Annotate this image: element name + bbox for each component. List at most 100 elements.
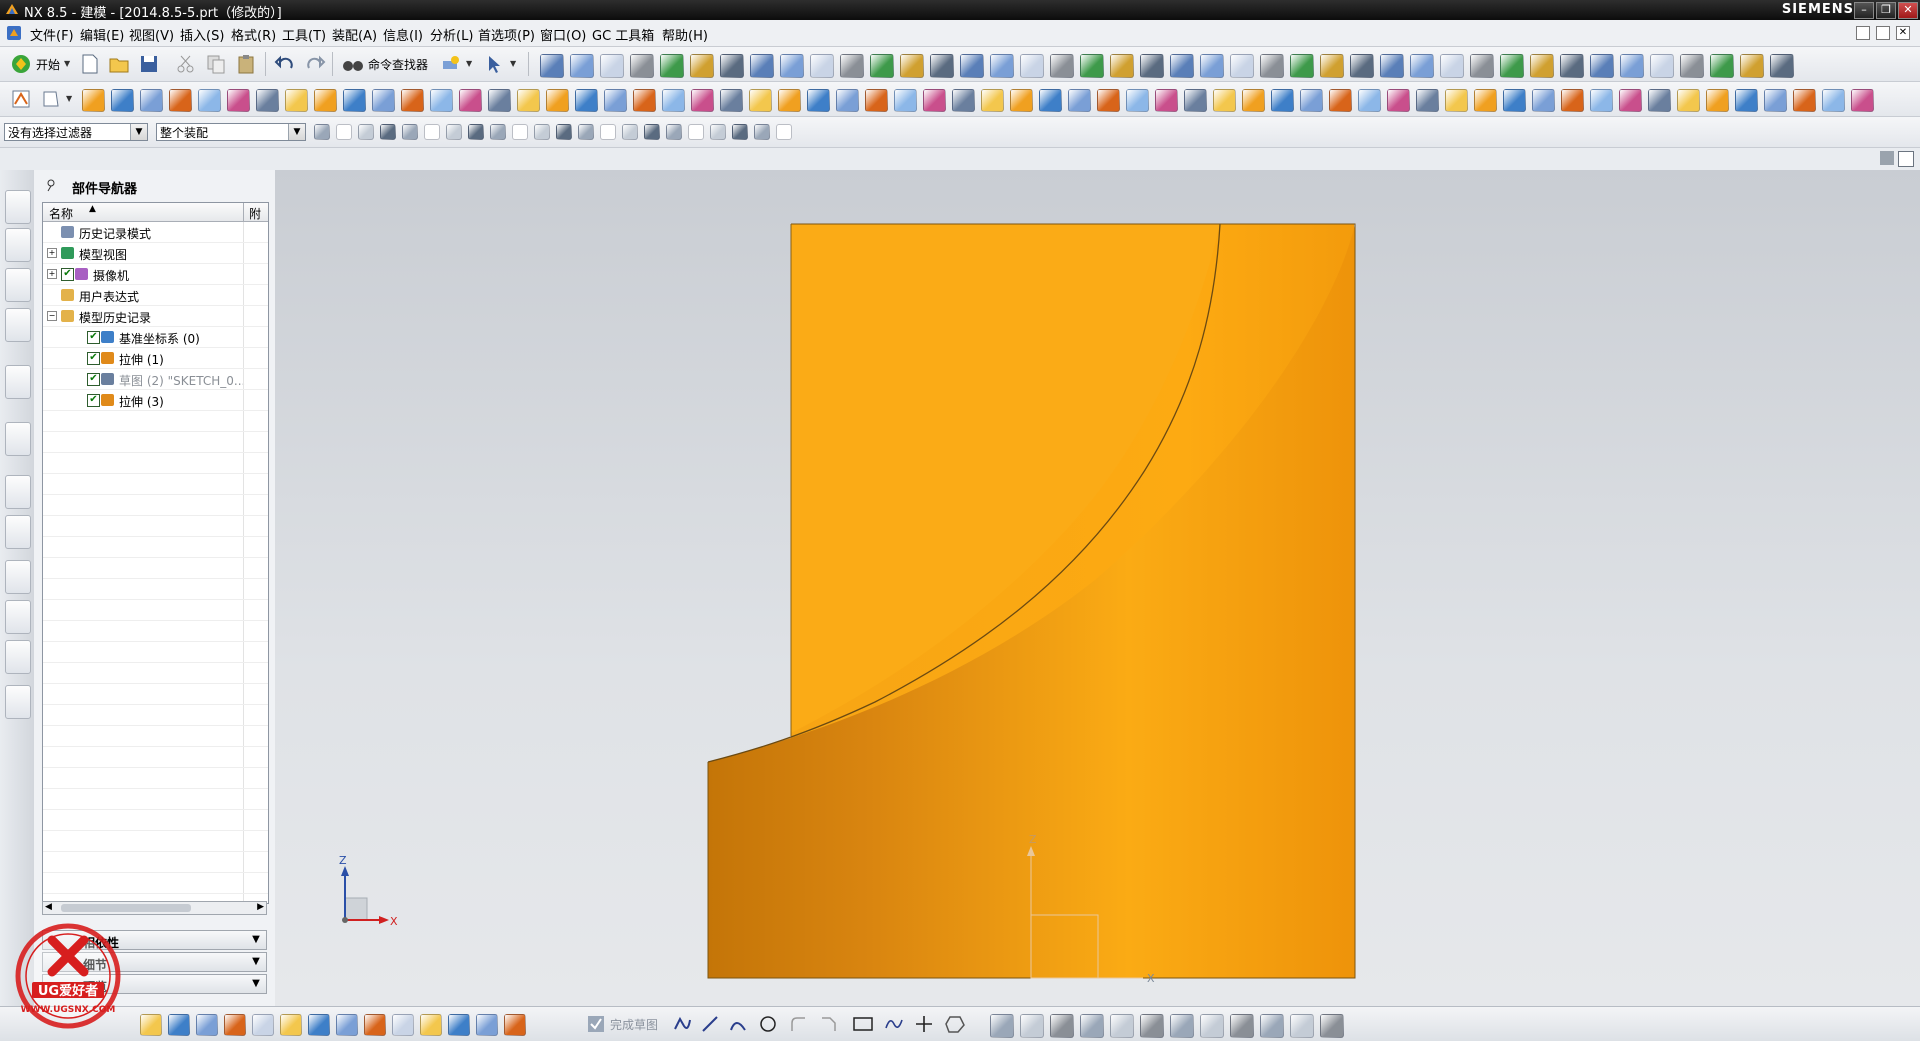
sketch-tool-6-icon[interactable]: [280, 1014, 302, 1036]
paste-icon[interactable]: [235, 53, 257, 75]
view-tool-11-icon[interactable]: [840, 54, 864, 78]
snap-tool-16-icon[interactable]: [644, 124, 660, 140]
feature-tool-36-icon[interactable]: [1097, 89, 1120, 112]
feature-tool-50-icon[interactable]: [1503, 89, 1526, 112]
view-tool-14-icon[interactable]: [930, 54, 954, 78]
part-navigator-icon[interactable]: [5, 268, 31, 302]
visibility-checkbox[interactable]: ✔: [87, 373, 100, 386]
view-tool-20-icon[interactable]: [1110, 54, 1134, 78]
feature-tool-53-icon[interactable]: [1590, 89, 1613, 112]
touch-mode-dropdown-icon[interactable]: ▼: [466, 59, 472, 68]
feature-tool-59-icon[interactable]: [1764, 89, 1787, 112]
feature-tool-15-icon[interactable]: [488, 89, 511, 112]
feature-tool-13-icon[interactable]: [430, 89, 453, 112]
snap-tool-11-icon[interactable]: [534, 124, 550, 140]
feature-tool-34-icon[interactable]: [1039, 89, 1062, 112]
selection-tool-dropdown-icon[interactable]: ▼: [510, 59, 516, 68]
constraint-tool-5-icon[interactable]: [1110, 1014, 1134, 1038]
constraint-tool-6-icon[interactable]: [1140, 1014, 1164, 1038]
feature-tool-18-icon[interactable]: [575, 89, 598, 112]
sketch-tool-7-icon[interactable]: [308, 1014, 330, 1036]
view-tool-27-icon[interactable]: [1320, 54, 1344, 78]
view-tool-15-icon[interactable]: [960, 54, 984, 78]
full-screen-icon[interactable]: [1880, 151, 1894, 165]
menu-edit[interactable]: 编辑(E): [80, 25, 124, 44]
polygon-icon[interactable]: [944, 1014, 966, 1034]
expand-icon[interactable]: +: [47, 248, 57, 258]
feature-tool-14-icon[interactable]: [459, 89, 482, 112]
constraint-tool-7-icon[interactable]: [1170, 1014, 1194, 1038]
expand-icon[interactable]: +: [47, 269, 57, 279]
tree-node[interactable]: ✔ 基准坐标系 (0): [43, 327, 268, 348]
view-tool-17-icon[interactable]: [1020, 54, 1044, 78]
visibility-checkbox[interactable]: ✔: [87, 394, 100, 407]
sketch-tool-14-icon[interactable]: [504, 1014, 526, 1036]
arc-icon[interactable]: [728, 1014, 748, 1034]
menu-tools[interactable]: 工具(T): [282, 25, 326, 44]
feature-tool-41-icon[interactable]: [1242, 89, 1265, 112]
sketch-tool-11-icon[interactable]: [420, 1014, 442, 1036]
process-studio-icon[interactable]: [5, 560, 31, 594]
feature-tool-25-icon[interactable]: [778, 89, 801, 112]
doc-restore-button[interactable]: [1876, 26, 1890, 40]
menu-view[interactable]: 视图(V): [129, 25, 174, 44]
view-tool-36-icon[interactable]: [1590, 54, 1614, 78]
hd3d-tools-icon[interactable]: [5, 365, 31, 399]
selection-tool-icon[interactable]: [484, 53, 506, 75]
constraint-tool-4-icon[interactable]: [1080, 1014, 1104, 1038]
feature-tool-1-icon[interactable]: [82, 89, 105, 112]
feature-tool-3-icon[interactable]: [140, 89, 163, 112]
feature-tool-38-icon[interactable]: [1155, 89, 1178, 112]
feature-tool-51-icon[interactable]: [1532, 89, 1555, 112]
scroll-thumb[interactable]: [61, 904, 191, 912]
tree-node[interactable]: 历史记录模式: [43, 222, 268, 243]
view-tool-13-icon[interactable]: [900, 54, 924, 78]
view-tool-32-icon[interactable]: [1470, 54, 1494, 78]
menu-file[interactable]: 文件(F): [30, 25, 74, 44]
view-tool-26-icon[interactable]: [1290, 54, 1314, 78]
tree-node[interactable]: ✔ 草图 (2) "SKETCH_0...: [43, 369, 268, 390]
snap-tool-10-icon[interactable]: [512, 124, 528, 140]
menu-insert[interactable]: 插入(S): [180, 25, 224, 44]
minimize-button[interactable]: –: [1854, 2, 1874, 19]
model-canvas[interactable]: Z X Z X: [275, 170, 1920, 1006]
sketch-tool-12-icon[interactable]: [448, 1014, 470, 1036]
view-tool-41-icon[interactable]: [1740, 54, 1764, 78]
point-icon[interactable]: [914, 1014, 934, 1034]
feature-tool-35-icon[interactable]: [1068, 89, 1091, 112]
snap-tool-21-icon[interactable]: [754, 124, 770, 140]
assembly-navigator-icon[interactable]: [5, 190, 31, 224]
graphics-window[interactable]: Z X Z X: [275, 170, 1920, 1006]
new-file-icon[interactable]: [80, 53, 100, 75]
feature-tool-61-icon[interactable]: [1822, 89, 1845, 112]
feature-tool-52-icon[interactable]: [1561, 89, 1584, 112]
feature-tool-21-icon[interactable]: [662, 89, 685, 112]
doc-minimize-button[interactable]: [1856, 26, 1870, 40]
view-tool-1-icon[interactable]: [540, 54, 564, 78]
feature-tool-31-icon[interactable]: [952, 89, 975, 112]
feature-tool-12-icon[interactable]: [401, 89, 424, 112]
sketch-tool-2-icon[interactable]: [168, 1014, 190, 1036]
feature-tool-2-icon[interactable]: [111, 89, 134, 112]
feature-tool-58-icon[interactable]: [1735, 89, 1758, 112]
feature-tool-47-icon[interactable]: [1416, 89, 1439, 112]
feature-tool-22-icon[interactable]: [691, 89, 714, 112]
sketch-tool-9-icon[interactable]: [364, 1014, 386, 1036]
visibility-checkbox[interactable]: ✔: [61, 268, 74, 281]
view-tool-29-icon[interactable]: [1380, 54, 1404, 78]
feature-tool-37-icon[interactable]: [1126, 89, 1149, 112]
snap-tool-19-icon[interactable]: [710, 124, 726, 140]
feature-tool-43-icon[interactable]: [1300, 89, 1323, 112]
sketch-tool-3-icon[interactable]: [196, 1014, 218, 1036]
chevron-down-icon[interactable]: ▼: [248, 932, 264, 948]
tree-node[interactable]: + ✔ 摄像机: [43, 264, 268, 285]
studio-spline-icon[interactable]: [884, 1014, 904, 1034]
constraint-tool-10-icon[interactable]: [1260, 1014, 1284, 1038]
view-tool-42-icon[interactable]: [1770, 54, 1794, 78]
tree-node[interactable]: ✔ 拉伸 (3): [43, 390, 268, 411]
app-menu-icon[interactable]: [6, 25, 22, 41]
tree-node[interactable]: 用户表达式: [43, 285, 268, 306]
feature-tool-45-icon[interactable]: [1358, 89, 1381, 112]
start-icon[interactable]: [10, 53, 32, 75]
feature-tool-54-icon[interactable]: [1619, 89, 1642, 112]
